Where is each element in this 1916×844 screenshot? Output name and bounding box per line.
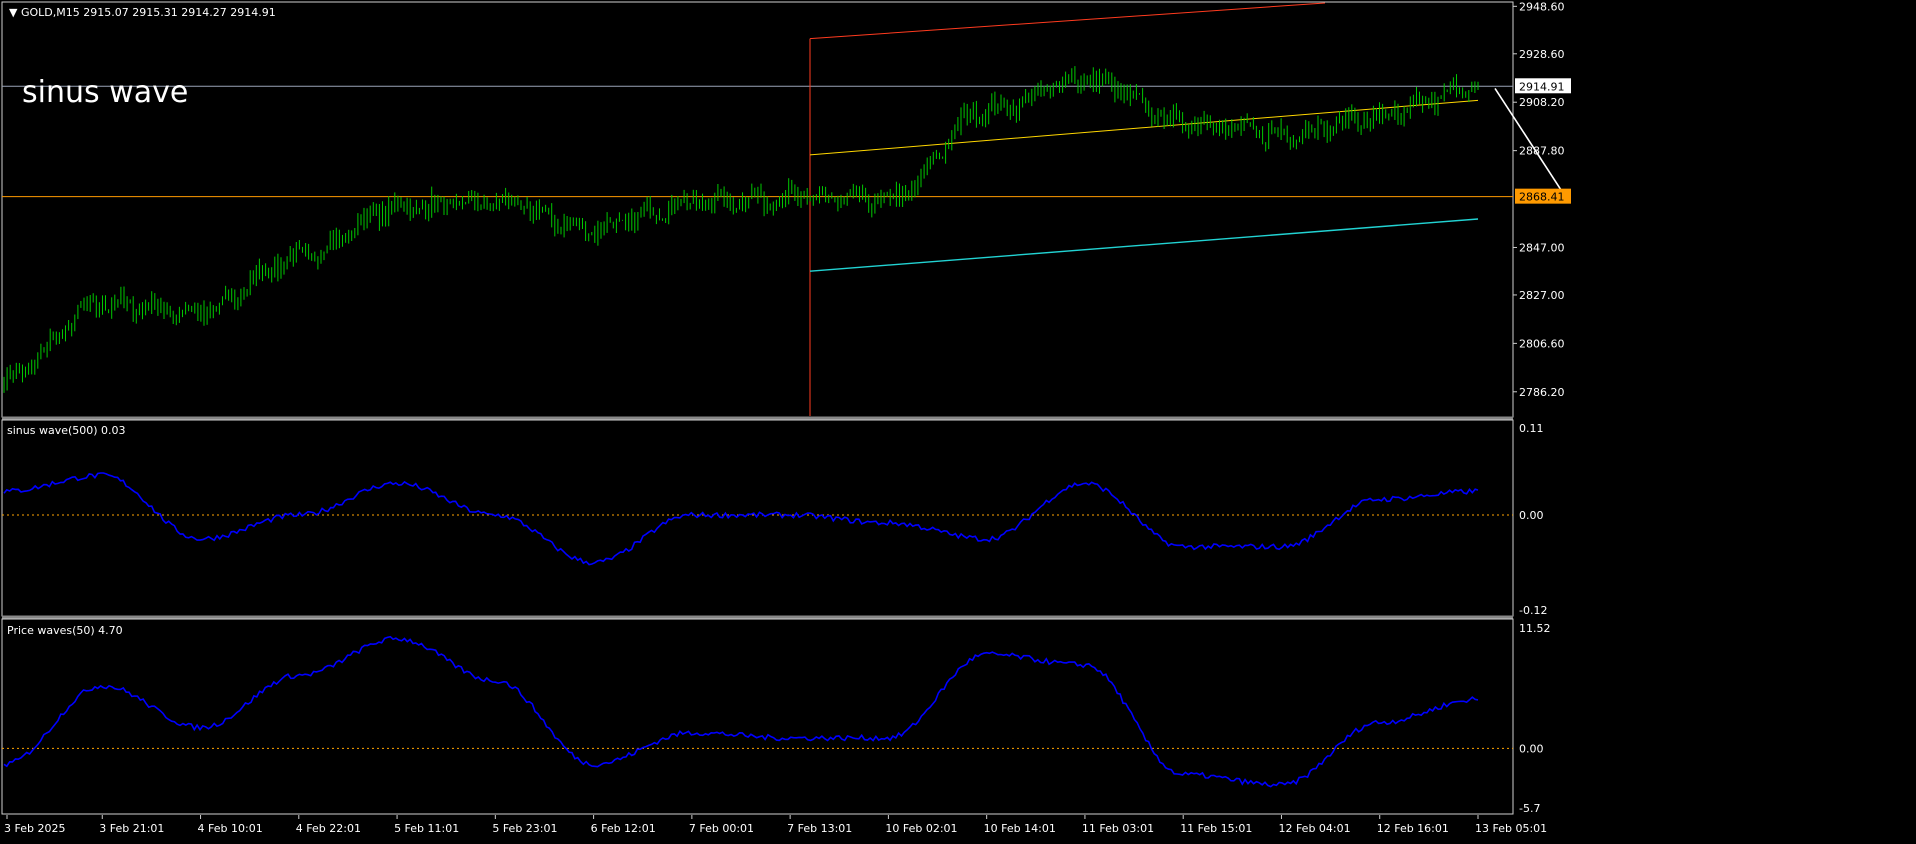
price-axis-label: 2847.00 [1519, 241, 1565, 254]
channel-bottom-line[interactable] [809, 218, 1479, 272]
time-axis-label: 5 Feb 11:01 [394, 822, 459, 835]
level-price-label: 2868.41 [1519, 191, 1565, 204]
overlay-title: sinus wave [22, 75, 188, 110]
indicator-axis-label: -5.7 [1519, 802, 1540, 815]
sinus-wave-frame [1, 419, 1514, 617]
time-axis-label: 7 Feb 13:01 [787, 822, 852, 835]
dropdown-triangle-icon[interactable]: ▼ [9, 6, 18, 19]
trading-terminal: 2948.60 2928.60 2908.20 2887.80 2868.41 2847.… [0, 0, 1916, 840]
time-axis-label: 10 Feb 14:01 [984, 822, 1056, 835]
sinus-wave-header: sinus wave(500) 0.03 [7, 424, 126, 437]
current-price-label: 2914.91 [1519, 80, 1565, 93]
indicator-axis-label: 0.00 [1519, 742, 1544, 755]
price-waves-header: Price waves(50) 4.70 [7, 624, 123, 637]
sinus-wave-indicator[interactable] [2, 472, 1513, 566]
time-axis-label: 4 Feb 22:01 [296, 822, 361, 835]
time-axis-label: 11 Feb 03:01 [1082, 822, 1154, 835]
price-axis-label: 2948.60 [1519, 0, 1565, 13]
time-axis-label: 6 Feb 12:01 [591, 822, 656, 835]
time-axis-label: 13 Feb 05:01 [1475, 822, 1547, 835]
indicator-axis-label: 11.52 [1519, 622, 1551, 635]
price-axis-label: 2786.20 [1519, 386, 1565, 399]
main-chart-header: GOLD,M15 2915.07 2915.31 2914.27 2914.91 [21, 6, 276, 19]
indicator-axis-label: 0.11 [1519, 422, 1544, 435]
time-axis-label: 12 Feb 04:01 [1278, 822, 1350, 835]
time-axis-label: 4 Feb 10:01 [198, 822, 263, 835]
time-axis-label: 11 Feb 15:01 [1180, 822, 1252, 835]
price-axis-label: 2806.60 [1519, 337, 1565, 350]
time-axis-label: 7 Feb 00:01 [689, 822, 754, 835]
main-chart-frame [1, 1, 1514, 418]
indicator-line[interactable] [3, 635, 1479, 788]
time-axis-label: 10 Feb 02:01 [885, 822, 957, 835]
indicator-axis-label: 0.00 [1519, 509, 1544, 522]
channel-top-line[interactable] [809, 2, 1326, 40]
time-axis-label: 3 Feb 21:01 [99, 822, 164, 835]
time-axis-label: 12 Feb 16:01 [1377, 822, 1449, 835]
channel-middle-line[interactable] [809, 99, 1479, 156]
indicator-axis-label: -0.12 [1519, 604, 1547, 617]
price-axis-label: 2827.00 [1519, 289, 1565, 302]
price-axis-label: 2887.80 [1519, 145, 1565, 158]
time-axis-label: 3 Feb 2025 [4, 822, 65, 835]
main-chart[interactable] [2, 2, 1569, 416]
price-axis-label: 2908.20 [1519, 96, 1565, 109]
time-axis-label: 5 Feb 23:01 [492, 822, 557, 835]
price-waves-frame [1, 618, 1514, 815]
price-axis-label: 2928.60 [1519, 48, 1565, 61]
price-waves-indicator[interactable] [2, 635, 1513, 788]
indicator-line[interactable] [3, 472, 1479, 566]
chart-canvas[interactable]: 2948.60 2928.60 2908.20 2887.80 2868.41 2847.… [0, 0, 1916, 840]
